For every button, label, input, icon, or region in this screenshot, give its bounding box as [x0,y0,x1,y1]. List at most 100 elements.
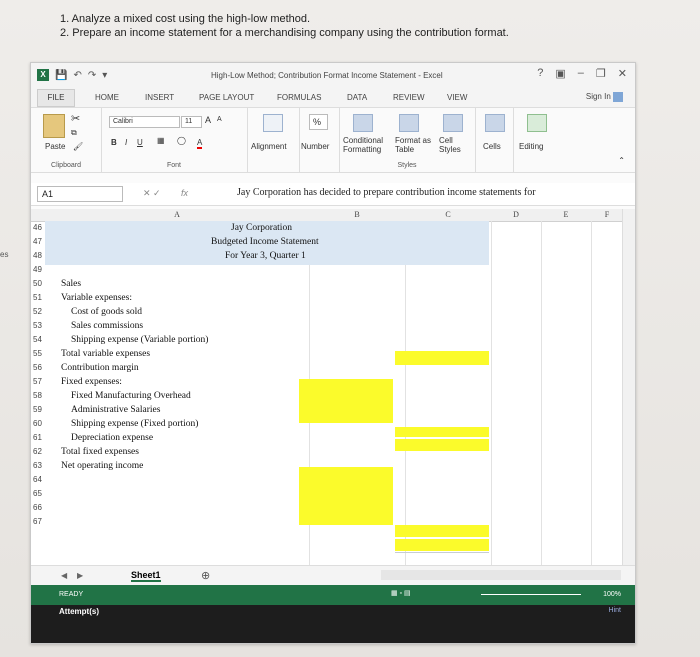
row-number[interactable]: 50 [31,277,47,291]
alignment-button[interactable]: Alignment [251,142,287,151]
cut-icon[interactable]: ✂ [71,112,80,125]
minimize-icon[interactable]: – [578,67,584,80]
input-cells-fixed[interactable] [299,467,393,525]
customize-icon[interactable]: ▾ [102,70,107,81]
horizontal-scrollbar[interactable] [381,570,621,580]
prev-sheet-icon[interactable]: ◀ [61,571,67,580]
insert-function-button[interactable]: fx [181,188,188,198]
formula-content[interactable]: Jay Corporation has decided to prepare c… [237,187,536,198]
tab-data[interactable]: DATA [347,93,367,102]
tab-review[interactable]: REVIEW [393,93,425,102]
number-button[interactable]: Number [301,142,329,151]
cells-button[interactable]: Cells [483,142,501,151]
tab-page-layout[interactable]: PAGE LAYOUT [199,93,254,102]
borders-icon[interactable]: ▦ [157,136,165,145]
cell-styles-button[interactable]: Cell Styles [439,136,461,154]
row-number[interactable]: 59 [31,403,47,417]
font-color-button[interactable]: A [197,138,203,149]
redo-icon[interactable]: ↷ [88,70,96,81]
row-number[interactable]: 51 [31,291,47,305]
tab-file[interactable]: FILE [37,89,75,107]
undo-icon[interactable]: ↶ [73,70,81,81]
font-size-select[interactable]: 11 [181,116,202,128]
vertical-scrollbar[interactable] [622,209,635,565]
row-number[interactable]: 53 [31,319,47,333]
format-as-table-icon[interactable] [399,114,419,132]
italic-button[interactable]: I [125,138,127,147]
format-as-table-button[interactable]: Format as Table [395,136,431,154]
row-number[interactable]: 55 [31,347,47,361]
font-name-select[interactable]: Calibri [109,116,180,128]
underline-button[interactable]: U [137,138,143,147]
row-number[interactable]: 54 [31,333,47,347]
row-number[interactable]: 52 [31,305,47,319]
ribbon-tabs: FILE HOME INSERT PAGE LAYOUT FORMULAS DA… [31,87,635,107]
row-number[interactable]: 60 [31,417,47,431]
collapse-ribbon-icon[interactable]: ⌃ [618,156,625,165]
save-icon[interactable]: 💾 [55,70,67,81]
input-cell-total-variable[interactable] [395,427,489,437]
editing-button[interactable]: Editing [519,142,543,151]
spreadsheet-grid[interactable]: A B C D E F 46 47 48 49 50 51 52 53 54 5… [31,209,635,565]
sheet-tab-sheet1[interactable]: Sheet1 [131,570,161,582]
ribbon-display-icon[interactable]: ▣ [555,67,565,80]
copy-icon[interactable]: ⧉ [71,128,77,138]
tab-home[interactable]: HOME [95,93,119,102]
row-number[interactable]: 64 [31,473,47,487]
row-number[interactable]: 48 [31,249,47,263]
row-number[interactable]: 67 [31,515,47,529]
cells-icon[interactable] [485,114,505,132]
help-button[interactable]: ? [537,67,543,80]
input-cells-variable[interactable] [299,379,393,423]
col-header-d[interactable]: D [491,209,541,222]
close-icon[interactable]: ✕ [618,67,627,80]
row-number[interactable]: 65 [31,487,47,501]
restore-icon[interactable]: ❐ [596,67,606,80]
conditional-formatting-button[interactable]: Conditional Formatting [343,136,383,154]
input-cell-total-fixed[interactable] [395,525,489,537]
sign-in-link[interactable]: Sign In [586,92,623,102]
hint-button[interactable]: Hint [609,607,621,614]
editing-icon[interactable] [527,114,547,132]
row-number[interactable]: 58 [31,389,47,403]
window-controls: ? ▣ – ❐ ✕ [537,67,627,80]
cell-styles-icon[interactable] [443,114,463,132]
tab-formulas[interactable]: FORMULAS [277,93,321,102]
paste-button[interactable]: Paste [45,142,65,151]
format-painter-icon[interactable]: 🖌 [73,142,83,151]
col-header-f[interactable]: F [591,209,623,222]
input-cell-contribution[interactable] [395,439,489,451]
percent-button[interactable]: % [309,114,328,130]
row-number[interactable]: 49 [31,263,47,277]
input-cell-sales[interactable] [395,351,489,365]
input-cell-net-income[interactable] [395,539,489,551]
row-label: Variable expenses: [61,293,132,303]
title-bar: X 💾 ↶ ↷ ▾ High-Low Method; Contribution … [31,63,635,87]
col-header-e[interactable]: E [541,209,591,222]
zoom-slider[interactable] [481,594,581,595]
paste-icon[interactable] [43,114,65,138]
row-number[interactable]: 62 [31,445,47,459]
row-number[interactable]: 57 [31,375,47,389]
shrink-font-button[interactable]: A [217,116,222,123]
name-box[interactable]: A1 [37,186,123,202]
grow-font-button[interactable]: A [205,115,211,125]
view-icons[interactable]: ▦ ▫ ▤ [391,589,411,597]
row-number[interactable]: 63 [31,459,47,473]
row-number[interactable]: 56 [31,361,47,375]
row-number[interactable]: 66 [31,501,47,515]
cancel-enter-icons[interactable]: ✕ ✓ [143,188,161,199]
alignment-icon[interactable] [263,114,283,132]
bold-button[interactable]: B [111,138,117,147]
row-number[interactable]: 61 [31,431,47,445]
tab-insert[interactable]: INSERT [145,93,174,102]
row-number[interactable]: 46 [31,221,47,235]
zoom-level[interactable]: 100% [603,591,621,598]
grid-line [591,221,592,565]
add-sheet-icon[interactable]: ⊕ [201,569,210,582]
conditional-formatting-icon[interactable] [353,114,373,132]
row-number[interactable]: 47 [31,235,47,249]
tab-view[interactable]: VIEW [447,93,467,102]
fill-color-icon[interactable]: ◯ [177,136,186,145]
next-sheet-icon[interactable]: ▶ [77,571,83,580]
